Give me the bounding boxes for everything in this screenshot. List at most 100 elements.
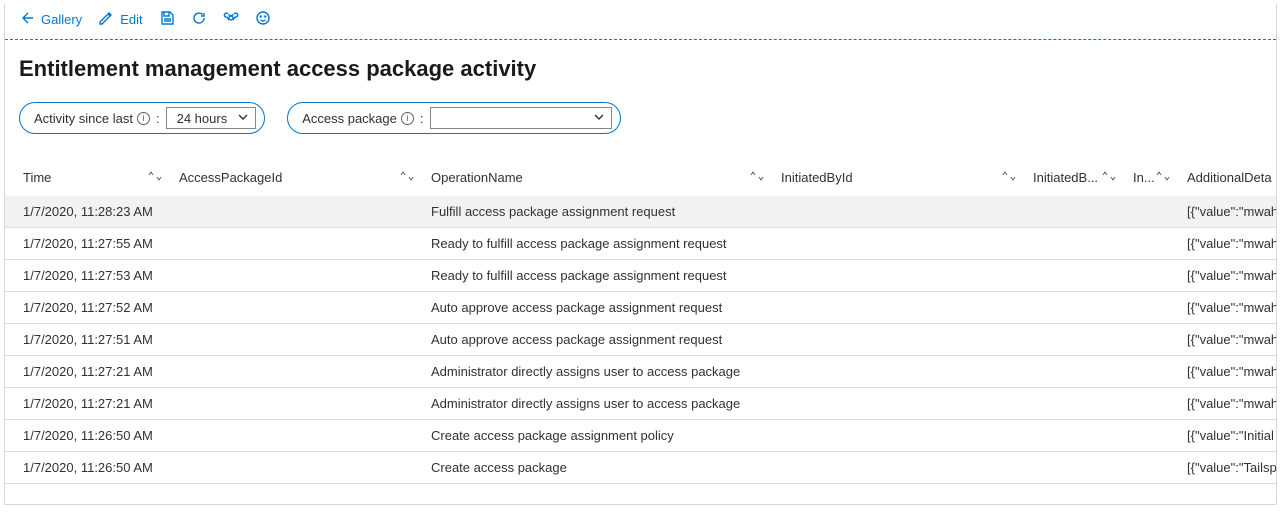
pencil-icon: [98, 10, 114, 29]
cell-time: 1/7/2020, 11:27:53 AM: [5, 260, 171, 292]
filter-activity-since[interactable]: Activity since last i : 24 hours: [19, 102, 265, 134]
cell-ibn: [1025, 196, 1125, 228]
separator: :: [420, 111, 424, 126]
sort-icon: [1101, 170, 1117, 182]
cell-ibid: [773, 228, 1025, 260]
sort-icon: [749, 170, 765, 182]
activity-dropdown[interactable]: 24 hours: [166, 107, 257, 129]
cell-ibid: [773, 292, 1025, 324]
table-row[interactable]: 1/7/2020, 11:26:50 AM Create access packa…: [5, 420, 1277, 452]
refresh-icon: [191, 10, 207, 29]
filter-activity-label: Activity since last: [34, 111, 133, 126]
cell-add: [{"value":"mwah: [1179, 388, 1277, 420]
sort-icon: [147, 170, 163, 182]
cell-add: [{"value":"mwah: [1179, 196, 1277, 228]
cell-ibn: [1025, 356, 1125, 388]
chevron-down-icon: [593, 111, 605, 126]
table-row[interactable]: 1/7/2020, 11:27:55 AM Ready to fulfill ac…: [5, 228, 1277, 260]
table-row[interactable]: 1/7/2020, 11:27:21 AM Administrator direc…: [5, 388, 1277, 420]
feedback-button[interactable]: [255, 10, 271, 29]
gallery-label: Gallery: [41, 12, 82, 27]
col-initiated-by-name[interactable]: InitiatedB...: [1025, 162, 1125, 196]
edit-button[interactable]: Edit: [98, 10, 142, 29]
access-package-dropdown[interactable]: [430, 107, 612, 129]
separator: :: [156, 111, 160, 126]
cell-ibid: [773, 452, 1025, 484]
col-op-label: OperationName: [431, 170, 523, 185]
cell-in: [1125, 196, 1179, 228]
filters-row: Activity since last i : 24 hours Access …: [5, 82, 1276, 144]
cell-time: 1/7/2020, 11:27:55 AM: [5, 228, 171, 260]
cell-add: [{"value":"mwah: [1179, 260, 1277, 292]
activity-selected: 24 hours: [177, 111, 228, 126]
cell-ibn: [1025, 388, 1125, 420]
cell-time: 1/7/2020, 11:28:23 AM: [5, 196, 171, 228]
cell-pkg: [171, 228, 423, 260]
cell-op: Ready to fulfill access package assignme…: [423, 228, 773, 260]
cell-add: [{"value":"mwah: [1179, 228, 1277, 260]
cell-op: Create access package assignment policy: [423, 420, 773, 452]
cell-ibn: [1025, 420, 1125, 452]
cell-ibid: [773, 260, 1025, 292]
cell-ibid: [773, 388, 1025, 420]
cell-op: Fulfill access package assignment reques…: [423, 196, 773, 228]
cell-pkg: [171, 292, 423, 324]
share-button[interactable]: [223, 10, 239, 29]
cell-op: Auto approve access package assignment r…: [423, 324, 773, 356]
cell-time: 1/7/2020, 11:27:51 AM: [5, 324, 171, 356]
cell-in: [1125, 324, 1179, 356]
results-grid: Time AccessPackageId OperationName Initi…: [5, 144, 1276, 484]
cell-in: [1125, 388, 1179, 420]
col-add-label: AdditionalDeta: [1187, 170, 1272, 185]
col-ibn-label: InitiatedB...: [1033, 170, 1098, 185]
cell-pkg: [171, 388, 423, 420]
cell-time: 1/7/2020, 11:27:21 AM: [5, 356, 171, 388]
sort-icon: [399, 170, 415, 182]
chevron-down-icon: [237, 111, 249, 126]
cell-op: Create access package: [423, 452, 773, 484]
info-icon: i: [137, 112, 150, 125]
refresh-button[interactable]: [191, 10, 207, 29]
col-time[interactable]: Time: [5, 162, 171, 196]
cell-in: [1125, 356, 1179, 388]
cell-op: Auto approve access package assignment r…: [423, 292, 773, 324]
col-time-label: Time: [23, 170, 51, 185]
cell-op: Administrator directly assigns user to a…: [423, 388, 773, 420]
gallery-button[interactable]: Gallery: [19, 10, 82, 29]
info-icon: i: [401, 112, 414, 125]
smiley-icon: [255, 10, 271, 29]
table-row[interactable]: 1/7/2020, 11:27:52 AMAuto approve access…: [5, 292, 1277, 324]
cell-time: 1/7/2020, 11:27:21 AM: [5, 388, 171, 420]
cell-op: Ready to fulfill access package assignme…: [423, 260, 773, 292]
cell-add: [{"value":"Initial: [1179, 420, 1277, 452]
cell-in: [1125, 260, 1179, 292]
page-title: Entitlement management access package ac…: [5, 40, 1276, 82]
cell-ibid: [773, 324, 1025, 356]
cell-add: [{"value":"Tailspi: [1179, 452, 1277, 484]
cell-pkg: [171, 420, 423, 452]
table-row[interactable]: 1/7/2020, 11:28:23 AM Fulfill access pack…: [5, 196, 1277, 228]
filter-access-package[interactable]: Access package i :: [287, 102, 620, 134]
cell-time: 1/7/2020, 11:26:50 AM: [5, 420, 171, 452]
col-additional-details[interactable]: AdditionalDeta: [1179, 162, 1277, 196]
filter-access-package-label: Access package: [302, 111, 397, 126]
cell-ibn: [1025, 292, 1125, 324]
col-operation-name[interactable]: OperationName: [423, 162, 773, 196]
workbook-panel: Gallery Edit Entit: [4, 4, 1277, 505]
edit-label: Edit: [120, 12, 142, 27]
table-row[interactable]: 1/7/2020, 11:27:21 AMAdministrator direc…: [5, 356, 1277, 388]
table-row[interactable]: 1/7/2020, 11:27:51 AM Auto approve access…: [5, 324, 1277, 356]
save-icon: [159, 10, 175, 29]
save-button[interactable]: [159, 10, 175, 29]
cell-pkg: [171, 324, 423, 356]
sort-icon: [1001, 170, 1017, 182]
col-initiated-by-id[interactable]: InitiatedById: [773, 162, 1025, 196]
cell-in: [1125, 452, 1179, 484]
col-pkg-label: AccessPackageId: [179, 170, 282, 185]
cell-in: [1125, 420, 1179, 452]
col-access-package-id[interactable]: AccessPackageId: [171, 162, 423, 196]
table-row[interactable]: 1/7/2020, 11:27:53 AM Ready to fulfill ac…: [5, 260, 1277, 292]
table-row[interactable]: 1/7/2020, 11:26:50 AMCreate access packa…: [5, 452, 1277, 484]
cell-ibid: [773, 356, 1025, 388]
col-in[interactable]: In...: [1125, 162, 1179, 196]
